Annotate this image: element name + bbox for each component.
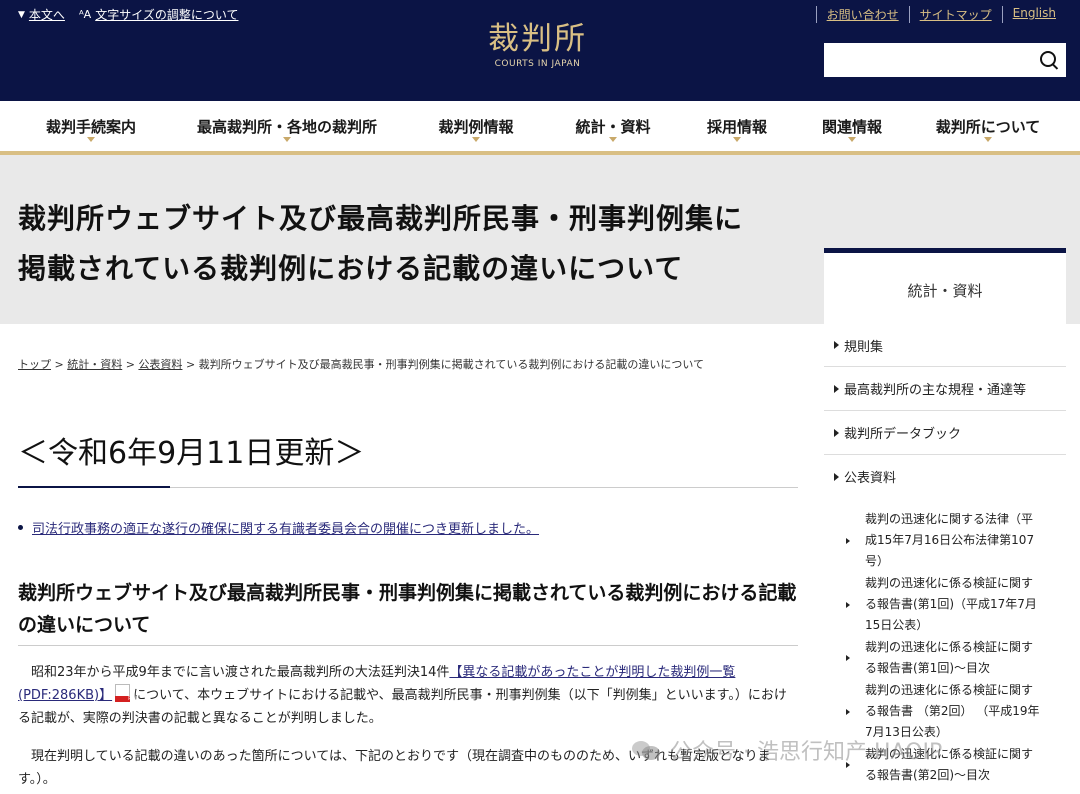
english-link[interactable]: English	[1001, 6, 1056, 23]
breadcrumb-separator: >	[54, 358, 64, 371]
subitem-line: る報告書(第1回)（平成17年7月	[865, 597, 1037, 611]
sidebar-subitem[interactable]: 裁判の迅速化に関する法律（平 成15年7月16日公布法律第107 号）	[824, 509, 1066, 572]
update-heading: ＜令和6年9月11日更新＞	[18, 436, 365, 471]
logo-english: COURTS IN JAPAN	[494, 59, 581, 69]
search-icon[interactable]	[1040, 51, 1056, 67]
breadcrumb-separator: >	[185, 358, 196, 371]
search-box	[824, 43, 1066, 77]
subitem-line: る報告書(第2回)～目次	[865, 768, 990, 782]
pdf-icon	[115, 684, 131, 702]
update-link[interactable]: 司法行政事務の適正な遂行の確保に関する有識者委員会合の開催につき更新しました。	[32, 518, 539, 537]
sidebar-item-label: 規則集	[844, 339, 884, 355]
body-paragraph-1: 昭和23年から平成9年までに言い渡された最高裁判所の大法廷判決14件【異なる記載…	[18, 661, 792, 730]
text-size-icon: ᴬA	[78, 8, 92, 21]
nav-item-about[interactable]: 裁判所について	[896, 101, 1080, 151]
nav-item-statistics[interactable]: 統計・資料	[560, 101, 666, 151]
utility-links-left: ▼ 本文へ ᴬA 文字サイズの調整について	[18, 6, 238, 23]
contact-link[interactable]: お問い合わせ	[815, 6, 909, 23]
update-list-item: 司法行政事務の適正な遂行の確保に関する有識者委員会合の開催につき更新しました。	[18, 518, 539, 537]
nav-label: 裁判所について	[935, 117, 1041, 136]
nav-item-case-law[interactable]: 裁判例情報	[392, 101, 560, 151]
chevron-down-icon	[984, 137, 992, 142]
nav-label: 採用情報	[706, 117, 767, 136]
site-header: ▼ 本文へ ᴬA 文字サイズの調整について お問い合わせ サイトマップ Engl…	[0, 0, 1080, 101]
nav-label: 裁判手続案内	[45, 117, 136, 136]
chevron-down-icon	[283, 137, 291, 142]
skip-to-content-link[interactable]: ▼ 本文へ	[18, 6, 65, 23]
logo-japanese: 裁判所	[488, 21, 587, 57]
chevron-down-icon	[87, 137, 95, 142]
nav-label: 最高裁判所・各地の裁判所	[196, 117, 377, 136]
page-title-line-2: 掲載されている裁判例における記載の違いについて	[18, 252, 684, 285]
subitem-line: 裁判の迅速化に係る検証に関す	[865, 576, 1034, 590]
breadcrumb-link-public-materials[interactable]: 公表資料	[138, 358, 182, 371]
chevron-down-icon	[848, 137, 856, 142]
caret-right-icon	[846, 708, 850, 715]
watermark: 公众号 · 浩思行知产 HAOIP	[632, 734, 942, 766]
para1-text-before: 昭和23年から平成9年までに言い渡された最高裁判所の大法廷判決14件	[31, 665, 450, 680]
section-heading: 裁判所ウェブサイト及び最高裁判所民事・刑事判例集に掲載されている裁判例における記…	[18, 582, 797, 636]
breadcrumb-link-top[interactable]: トップ	[18, 358, 51, 371]
bullet-icon	[18, 525, 23, 530]
global-nav: 裁判手続案内 最高裁判所・各地の裁判所 裁判例情報 統計・資料 採用情報 関連情…	[0, 101, 1080, 155]
chevron-down-icon	[733, 137, 741, 142]
subitem-line: る報告書(第1回)～目次	[865, 661, 990, 675]
triangle-down-icon: ▼	[18, 9, 25, 20]
search-input[interactable]	[824, 43, 1024, 77]
heading-underline	[170, 487, 798, 488]
para1-text-after: について、本ウェブサイトにおける記載や、最高裁判所民事・刑事判例集（以下「判例集…	[18, 688, 787, 726]
breadcrumb: トップ > 統計・資料 > 公表資料 > 裁判所ウェブサイト及び最高裁民事・刑事…	[18, 356, 704, 372]
breadcrumb-separator: >	[125, 358, 135, 371]
subitem-line: 成15年7月16日公布法律第107	[865, 533, 1035, 547]
caret-right-icon	[846, 655, 850, 661]
subitem-line: 号）	[865, 554, 890, 568]
sidebar-item-databook[interactable]: 裁判所データブック	[824, 411, 1066, 455]
subitem-line: 裁判の迅速化に係る検証に関す	[865, 640, 1034, 654]
sidebar-item-label: 最高裁判所の主な規程・通達等	[844, 383, 1027, 398]
caret-right-icon	[834, 428, 839, 437]
subitem-line: る報告書 （第2回） （平成19年	[865, 704, 1040, 718]
caret-right-icon	[834, 341, 839, 349]
chevron-down-icon	[472, 137, 480, 142]
section-divider	[18, 645, 798, 646]
caret-right-icon	[834, 384, 839, 393]
caret-right-icon	[846, 537, 850, 544]
nav-label: 統計・資料	[575, 117, 651, 136]
nav-item-related[interactable]: 関連情報	[808, 101, 896, 151]
sidebar-item-label: 公表資料	[844, 471, 897, 486]
nav-item-recruitment[interactable]: 採用情報	[666, 101, 808, 151]
subitem-line: 裁判の迅速化に係る検証に関す	[865, 683, 1034, 697]
caret-right-icon	[846, 601, 850, 608]
text-size-label: 文字サイズの調整について	[95, 8, 239, 22]
breadcrumb-current: 裁判所ウェブサイト及び最高裁民事・刑事判例集に掲載されている裁判例における記載の…	[198, 358, 704, 371]
nav-label: 関連情報	[821, 117, 882, 136]
page-title-line-1: 裁判所ウェブサイト及び最高裁判所民事・刑事判例集に	[18, 202, 744, 235]
subitem-line: 裁判の迅速化に関する法律（平	[865, 512, 1034, 526]
sidebar-subitem[interactable]: 裁判の迅速化に係る検証に関す る報告書(第1回)～目次	[824, 637, 1066, 679]
sidebar-item-public-materials[interactable]: 公表資料	[824, 455, 1066, 498]
breadcrumb-link-statistics[interactable]: 統計・資料	[67, 358, 122, 371]
sidebar-subitem[interactable]: 裁判の迅速化に係る検証に関す る報告書(第1回)（平成17年7月 15日公表）	[824, 573, 1066, 636]
utility-links-right: お問い合わせ サイトマップ English	[815, 6, 1056, 23]
wechat-icon	[632, 739, 662, 761]
subitem-line: 15日公表）	[865, 618, 929, 632]
sidebar-heading[interactable]: 統計・資料	[824, 248, 1066, 327]
heading-underline-accent	[18, 486, 170, 488]
watermark-text: 公众号 · 浩思行知产 HAOIP	[670, 740, 943, 765]
nav-label: 裁判例情報	[438, 117, 514, 136]
chevron-down-icon	[609, 137, 617, 142]
sidebar-item-label: 裁判所データブック	[844, 427, 962, 442]
sidebar-list: 規則集 最高裁判所の主な規程・通達等 裁判所データブック 公表資料	[824, 324, 1066, 498]
skip-to-content-label: 本文へ	[28, 8, 65, 22]
text-size-link[interactable]: ᴬA 文字サイズの調整について	[79, 6, 239, 23]
sitemap-link[interactable]: サイトマップ	[908, 6, 1002, 23]
page-title: 裁判所ウェブサイト及び最高裁判所民事・刑事判例集に 掲載されている裁判例における…	[18, 194, 798, 294]
sidebar-item-regulations[interactable]: 最高裁判所の主な規程・通達等	[824, 367, 1066, 411]
site-logo[interactable]: 裁判所 COURTS IN JAPAN	[488, 20, 587, 69]
caret-right-icon	[834, 472, 839, 481]
sidebar-item-rules[interactable]: 規則集	[824, 324, 1066, 367]
nav-item-courts[interactable]: 最高裁判所・各地の裁判所	[182, 101, 392, 151]
nav-item-procedures[interactable]: 裁判手続案内	[0, 101, 182, 151]
